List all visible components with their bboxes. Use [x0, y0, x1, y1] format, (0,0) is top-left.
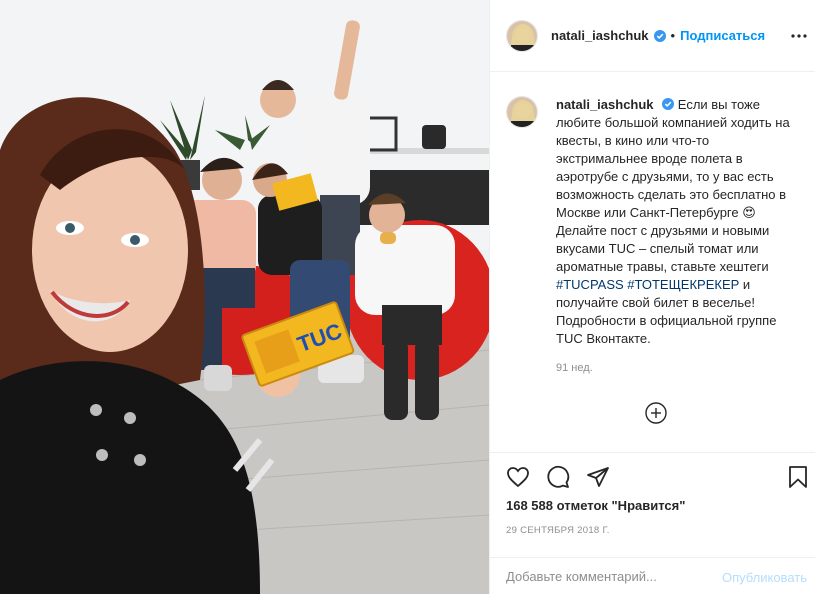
caption-text: natali_iashchuk Если вы тоже любите боль… [556, 96, 801, 348]
verified-badge-icon [653, 29, 666, 42]
publish-button[interactable]: Опубликовать [722, 570, 807, 585]
separator-dot: • [670, 28, 676, 43]
post-header: natali_iashchuk • Подписаться [490, 0, 815, 72]
follow-button[interactable]: Подписаться [680, 28, 765, 43]
comment-form: Опубликовать [490, 557, 815, 594]
verified-badge-icon [662, 98, 675, 110]
more-options-icon[interactable] [790, 27, 808, 45]
post-actions: 168 588 отметок "Нравится" 29 СЕНТЯБРЯ 2… [490, 452, 815, 594]
caption-body: Если вы тоже любите большой компанией хо… [556, 97, 790, 274]
comment-input[interactable] [506, 569, 706, 584]
comment-icon[interactable] [546, 465, 570, 489]
post-photo[interactable]: TUC [0, 0, 489, 594]
post-date: 29 СЕНТЯБРЯ 2018 Г. [506, 525, 610, 536]
avatar[interactable] [506, 19, 538, 52]
post-sidebar: natali_iashchuk • Подписаться natali_ias… [489, 0, 815, 594]
post-image: TUC [0, 0, 489, 594]
bookmark-icon[interactable] [786, 465, 810, 489]
add-plus-icon[interactable] [645, 402, 667, 424]
caption-time-ago: 91 нед. [556, 362, 593, 374]
hashtag-tucpass[interactable]: #TUCPASS [556, 277, 624, 292]
heart-icon[interactable] [506, 465, 530, 489]
hashtag-totesche[interactable]: #ТОТЕЩЕКРЕКЕР [627, 277, 739, 292]
caption-avatar[interactable] [506, 96, 538, 128]
post-caption: natali_iashchuk Если вы тоже любите боль… [506, 96, 806, 374]
caption-username[interactable]: natali_iashchuk [556, 97, 654, 112]
share-icon[interactable] [586, 465, 610, 489]
username[interactable]: natali_iashchuk [551, 28, 649, 43]
likes-count[interactable]: 168 588 отметок "Нравится" [506, 498, 685, 513]
